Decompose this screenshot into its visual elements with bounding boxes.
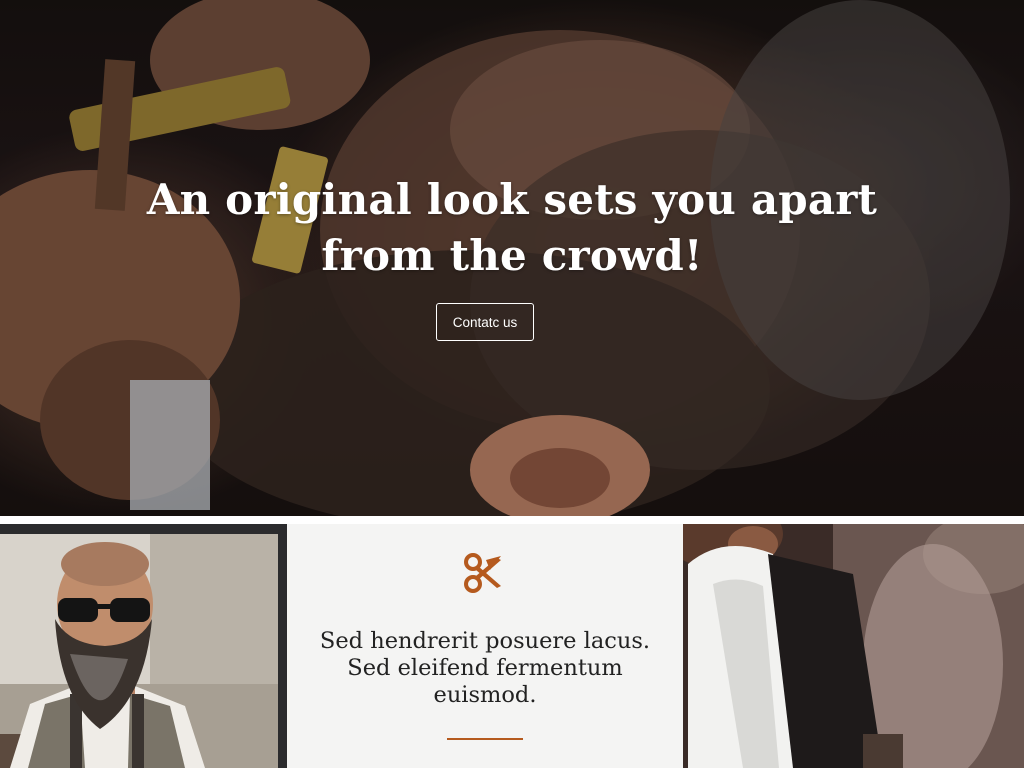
contact-us-button[interactable]: Contatc us (436, 303, 534, 341)
man-with-towel-photo (683, 524, 1024, 768)
towel-photo-panel (683, 524, 1024, 768)
bearded-man-photo (0, 534, 278, 768)
accent-underline (447, 738, 523, 740)
scissors-icon (464, 553, 501, 593)
feature-text: Sed hendrerit posuere lacus. Sed eleifen… (319, 628, 651, 708)
hero-title-line-2: from the crowd! (321, 231, 703, 280)
hero-title-line-1: An original look sets you apart (146, 175, 878, 224)
hero-title: An original look sets you apart from the… (0, 172, 1024, 284)
portrait-panel (0, 524, 287, 768)
section-divider (0, 516, 1024, 524)
hero-section: An original look sets you apart from the… (0, 0, 1024, 516)
feature-panel: Sed hendrerit posuere lacus. Sed eleifen… (287, 524, 683, 768)
